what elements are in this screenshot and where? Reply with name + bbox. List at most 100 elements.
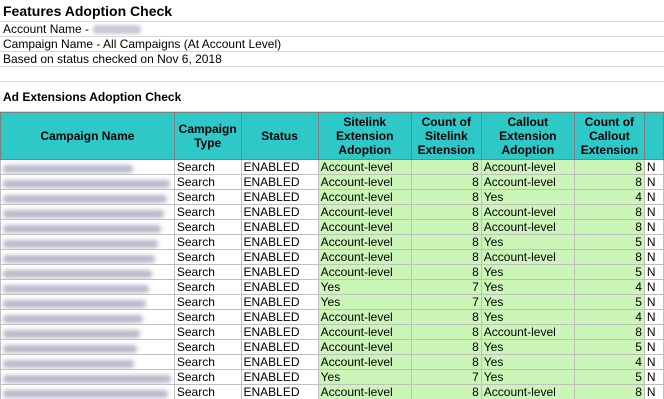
- cell-status[interactable]: ENABLED: [240, 219, 319, 235]
- cell-campaign-type[interactable]: Search: [173, 174, 242, 190]
- cell-overflow[interactable]: N: [643, 279, 664, 295]
- cell-sitelink-count[interactable]: 7: [410, 369, 482, 385]
- cell-callout-count[interactable]: 8: [573, 384, 645, 399]
- cell-campaign-name[interactable]: [0, 339, 175, 355]
- cell-overflow[interactable]: N: [643, 324, 664, 340]
- cell-campaign-name[interactable]: [0, 204, 175, 220]
- header-sitelink-adoption[interactable]: Sitelink Extension Adoption: [317, 112, 412, 160]
- cell-callout-count[interactable]: 5: [573, 234, 645, 250]
- cell-campaign-type[interactable]: Search: [173, 204, 242, 220]
- cell-sitelink-count[interactable]: 8: [410, 264, 482, 280]
- cell-callout-adoption[interactable]: Yes: [480, 279, 575, 295]
- cell-callout-adoption[interactable]: Account-level: [480, 384, 575, 399]
- cell-sitelink-adoption[interactable]: Account-level: [317, 384, 412, 399]
- cell-campaign-type[interactable]: Search: [173, 294, 242, 310]
- cell-status[interactable]: ENABLED: [240, 264, 319, 280]
- cell-sitelink-count[interactable]: 8: [410, 234, 482, 250]
- cell-campaign-name[interactable]: [0, 189, 175, 205]
- cell-callout-count[interactable]: 8: [573, 204, 645, 220]
- cell-callout-adoption[interactable]: Account-level: [480, 159, 575, 175]
- cell-campaign-name[interactable]: [0, 264, 175, 280]
- cell-sitelink-adoption[interactable]: Account-level: [317, 174, 412, 190]
- cell-sitelink-count[interactable]: 8: [410, 339, 482, 355]
- header-sitelink-count[interactable]: Count of Sitelink Extension: [410, 112, 482, 160]
- cell-sitelink-adoption[interactable]: Account-level: [317, 339, 412, 355]
- cell-campaign-name[interactable]: [0, 219, 175, 235]
- cell-campaign-name[interactable]: [0, 369, 175, 385]
- section-title[interactable]: Ad Extensions Adoption Check: [0, 82, 664, 112]
- account-name-row[interactable]: Account Name -: [0, 22, 664, 37]
- cell-status[interactable]: ENABLED: [240, 294, 319, 310]
- cell-overflow[interactable]: N: [643, 249, 664, 265]
- cell-campaign-type[interactable]: Search: [173, 279, 242, 295]
- cell-status[interactable]: ENABLED: [240, 354, 319, 370]
- cell-sitelink-adoption[interactable]: Account-level: [317, 204, 412, 220]
- cell-status[interactable]: ENABLED: [240, 234, 319, 250]
- cell-status[interactable]: ENABLED: [240, 174, 319, 190]
- cell-campaign-name[interactable]: [0, 324, 175, 340]
- cell-callout-adoption[interactable]: Yes: [480, 189, 575, 205]
- cell-status[interactable]: ENABLED: [240, 249, 319, 265]
- cell-callout-adoption[interactable]: Yes: [480, 339, 575, 355]
- cell-callout-adoption[interactable]: Account-level: [480, 219, 575, 235]
- cell-callout-count[interactable]: 5: [573, 369, 645, 385]
- cell-campaign-name[interactable]: [0, 174, 175, 190]
- cell-sitelink-adoption[interactable]: Account-level: [317, 189, 412, 205]
- cell-sitelink-count[interactable]: 8: [410, 159, 482, 175]
- cell-callout-count[interactable]: 4: [573, 309, 645, 325]
- cell-callout-count[interactable]: 4: [573, 189, 645, 205]
- cell-overflow[interactable]: N: [643, 309, 664, 325]
- cell-status[interactable]: ENABLED: [240, 279, 319, 295]
- cell-sitelink-adoption[interactable]: Account-level: [317, 324, 412, 340]
- cell-callout-count[interactable]: 8: [573, 219, 645, 235]
- cell-overflow[interactable]: N: [643, 219, 664, 235]
- cell-sitelink-count[interactable]: 8: [410, 174, 482, 190]
- cell-campaign-name[interactable]: [0, 249, 175, 265]
- cell-status[interactable]: ENABLED: [240, 384, 319, 399]
- cell-status[interactable]: ENABLED: [240, 204, 319, 220]
- cell-overflow[interactable]: N: [643, 384, 664, 399]
- cell-callout-adoption[interactable]: Yes: [480, 354, 575, 370]
- cell-sitelink-adoption[interactable]: Account-level: [317, 234, 412, 250]
- header-callout-count[interactable]: Count of Callout Extension: [573, 112, 645, 160]
- empty-row[interactable]: [0, 67, 664, 82]
- header-campaign-name[interactable]: Campaign Name: [0, 112, 175, 160]
- cell-callout-count[interactable]: 8: [573, 174, 645, 190]
- cell-callout-adoption[interactable]: Yes: [480, 264, 575, 280]
- cell-sitelink-count[interactable]: 8: [410, 219, 482, 235]
- cell-campaign-type[interactable]: Search: [173, 264, 242, 280]
- cell-campaign-type[interactable]: Search: [173, 159, 242, 175]
- cell-callout-count[interactable]: 8: [573, 159, 645, 175]
- cell-status[interactable]: ENABLED: [240, 159, 319, 175]
- cell-callout-adoption[interactable]: Account-level: [480, 324, 575, 340]
- cell-sitelink-count[interactable]: 8: [410, 249, 482, 265]
- cell-campaign-type[interactable]: Search: [173, 369, 242, 385]
- cell-sitelink-adoption[interactable]: Yes: [317, 294, 412, 310]
- cell-campaign-type[interactable]: Search: [173, 384, 242, 399]
- cell-callout-adoption[interactable]: Yes: [480, 369, 575, 385]
- cell-campaign-type[interactable]: Search: [173, 324, 242, 340]
- cell-sitelink-adoption[interactable]: Account-level: [317, 219, 412, 235]
- cell-campaign-name[interactable]: [0, 159, 175, 175]
- header-overflow[interactable]: [643, 112, 664, 160]
- cell-status[interactable]: ENABLED: [240, 339, 319, 355]
- cell-campaign-type[interactable]: Search: [173, 219, 242, 235]
- header-campaign-type[interactable]: Campaign Type: [173, 112, 242, 160]
- header-status[interactable]: Status: [240, 112, 319, 160]
- cell-overflow[interactable]: N: [643, 294, 664, 310]
- cell-status[interactable]: ENABLED: [240, 369, 319, 385]
- cell-callout-adoption[interactable]: Account-level: [480, 174, 575, 190]
- cell-campaign-name[interactable]: [0, 354, 175, 370]
- cell-overflow[interactable]: N: [643, 159, 664, 175]
- cell-campaign-type[interactable]: Search: [173, 234, 242, 250]
- cell-callout-adoption[interactable]: Account-level: [480, 204, 575, 220]
- cell-overflow[interactable]: N: [643, 354, 664, 370]
- cell-sitelink-adoption[interactable]: Account-level: [317, 309, 412, 325]
- cell-callout-count[interactable]: 8: [573, 249, 645, 265]
- cell-overflow[interactable]: N: [643, 234, 664, 250]
- cell-status[interactable]: ENABLED: [240, 309, 319, 325]
- cell-sitelink-count[interactable]: 8: [410, 324, 482, 340]
- cell-sitelink-adoption[interactable]: Account-level: [317, 264, 412, 280]
- cell-campaign-type[interactable]: Search: [173, 309, 242, 325]
- cell-callout-adoption[interactable]: Yes: [480, 234, 575, 250]
